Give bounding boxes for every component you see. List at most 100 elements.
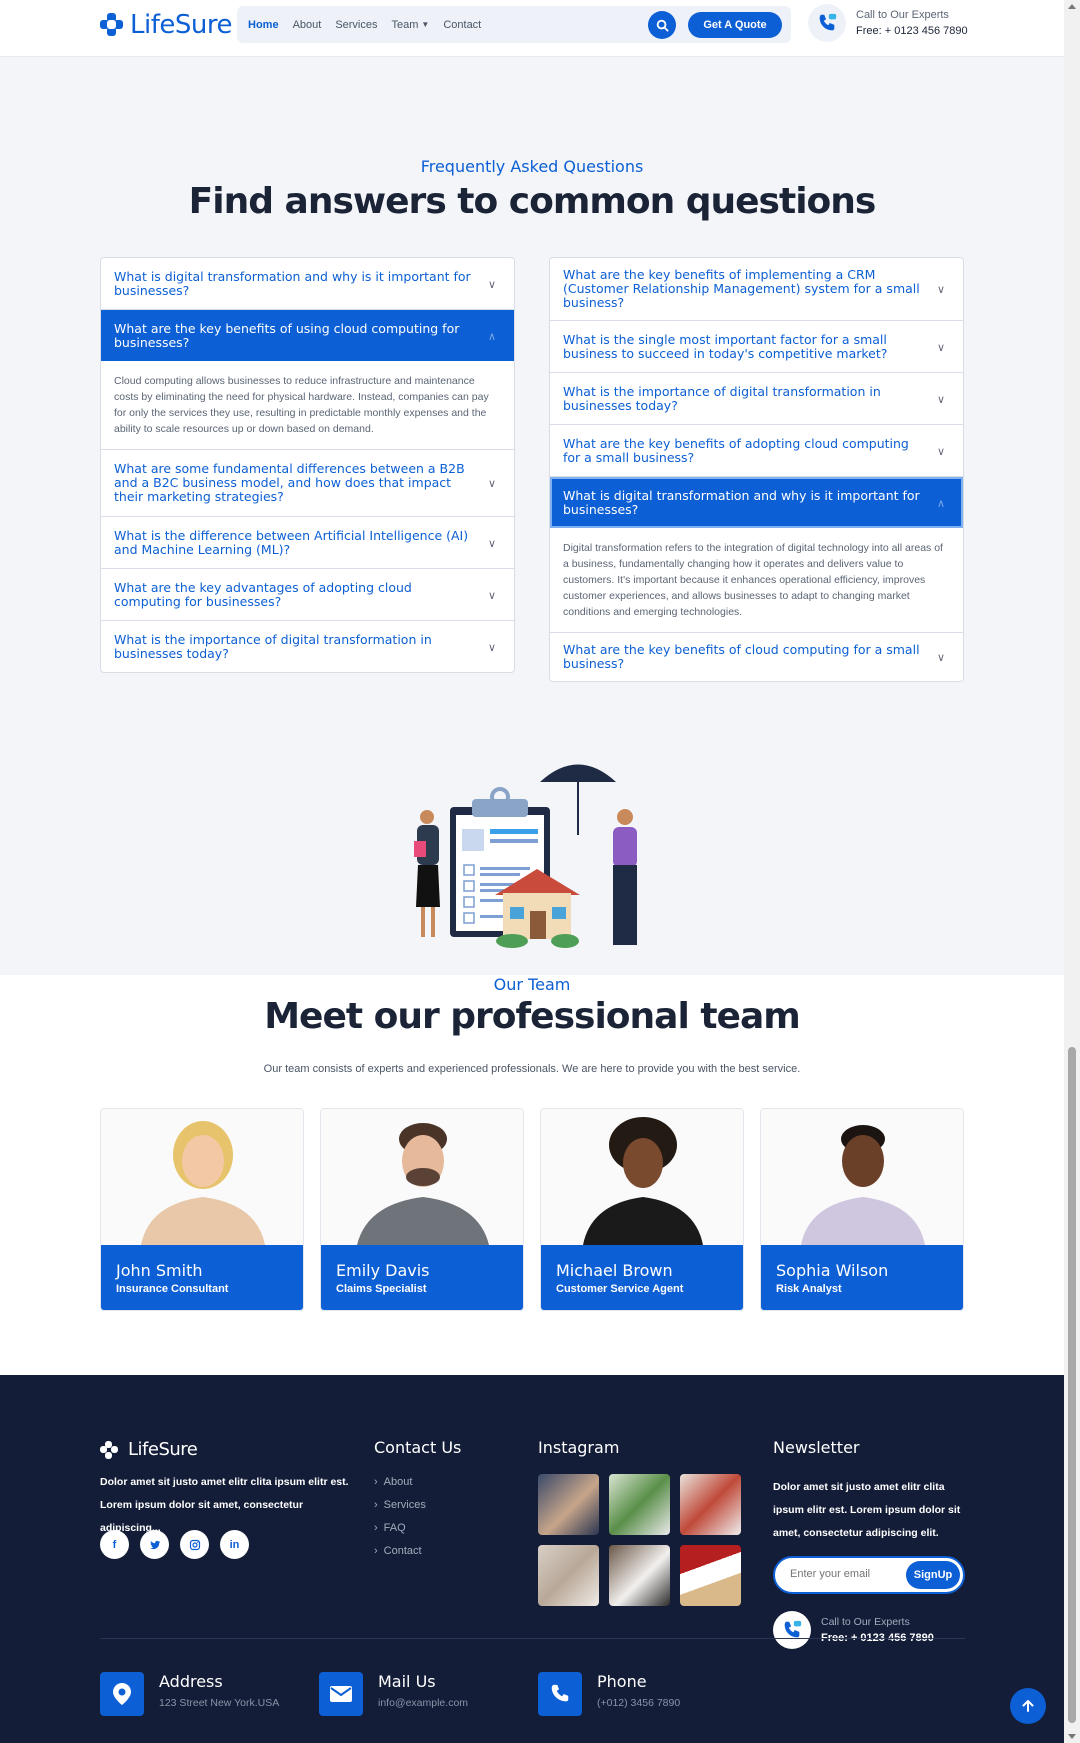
email-input[interactable] <box>790 1568 900 1580</box>
footer-logo[interactable]: LifeSure <box>100 1439 198 1460</box>
faq-item[interactable]: What are the key benefits of adopting cl… <box>550 425 963 477</box>
phone-icon <box>538 1672 582 1716</box>
nav-services[interactable]: Services <box>335 19 377 31</box>
team-photo <box>101 1109 303 1245</box>
call-number: Free: + 0123 456 7890 <box>856 25 968 37</box>
chevron-down-icon: ∨ <box>488 588 497 602</box>
logo-text: LifeSure <box>130 10 232 40</box>
scrollbar-thumb[interactable] <box>1068 1047 1076 1723</box>
instagram-photo[interactable] <box>609 1474 670 1535</box>
footer-logo-text: LifeSure <box>128 1439 198 1460</box>
faq-item[interactable]: What are the key benefits of using cloud… <box>101 310 514 450</box>
mail-title: Mail Us <box>378 1672 436 1691</box>
faq-answer: Cloud computing allows businesses to red… <box>114 375 489 435</box>
contact-heading: Contact Us <box>374 1438 462 1457</box>
nav-contact[interactable]: Contact <box>443 19 481 31</box>
faq-item[interactable]: What is the importance of digital transf… <box>101 621 514 672</box>
instagram-photo[interactable] <box>538 1474 599 1535</box>
faq-question: What is digital transformation and why i… <box>550 477 963 528</box>
team-description: Our team consists of experts and experie… <box>263 1063 801 1075</box>
nav-team[interactable]: Team ▼ <box>392 19 430 31</box>
linkedin-icon[interactable]: in <box>220 1530 249 1559</box>
footer-link-contact[interactable]: › Contact <box>374 1545 426 1568</box>
newsletter-text: Dolor amet sit justo amet elitr clita ip… <box>773 1481 961 1539</box>
phone-chat-icon <box>808 4 846 42</box>
chevron-down-icon: ∨ <box>488 277 497 291</box>
arrow-up-icon <box>1022 1700 1034 1712</box>
member-name: Sophia Wilson <box>776 1261 889 1280</box>
instagram-photo[interactable] <box>538 1545 599 1606</box>
nav-about[interactable]: About <box>293 19 322 31</box>
chevron-up-icon: ∧ <box>488 329 497 343</box>
member-role: Insurance Consultant <box>116 1283 229 1295</box>
chevron-right-icon: › <box>374 1545 378 1557</box>
chevron-down-icon: ∨ <box>488 536 497 550</box>
team-card[interactable]: Michael Brown Customer Service Agent <box>540 1108 744 1311</box>
faq-answer: Digital transformation refers to the int… <box>563 542 943 618</box>
page-scrollbar[interactable] <box>1064 0 1080 1743</box>
chevron-down-icon: ▼ <box>421 20 430 29</box>
footer-phone: Phone (+012) 3456 7890 <box>538 1672 680 1716</box>
faq-item[interactable]: What is digital transformation and why i… <box>550 477 963 633</box>
member-role: Claims Specialist <box>336 1283 427 1295</box>
team-card[interactable]: Sophia Wilson Risk Analyst <box>760 1108 964 1311</box>
faq-item[interactable]: What is the difference between Artificia… <box>101 517 514 569</box>
search-icon <box>656 19 669 32</box>
faq-item[interactable]: What are the key benefits of cloud compu… <box>550 633 963 681</box>
chevron-down-icon: ∨ <box>937 444 946 458</box>
instagram-photo[interactable] <box>680 1545 741 1606</box>
chevron-up-icon: ∧ <box>937 496 946 510</box>
team-photo <box>321 1109 523 1245</box>
member-name: Emily Davis <box>336 1261 430 1280</box>
header-call[interactable]: Call to Our Experts Free: + 0123 456 789… <box>808 4 968 42</box>
facebook-icon[interactable]: f <box>100 1530 129 1559</box>
logo-icon <box>100 13 124 37</box>
instagram-grid <box>538 1474 742 1606</box>
team-card[interactable]: John Smith Insurance Consultant <box>100 1108 304 1311</box>
chevron-down-icon: ∨ <box>937 340 946 354</box>
faq-subtitle: Frequently Asked Questions <box>420 157 644 176</box>
mail-value[interactable]: info@example.com <box>378 1697 468 1709</box>
faq-item[interactable]: What is the single most important factor… <box>550 321 963 373</box>
faq-item[interactable]: What is digital transformation and why i… <box>101 258 514 310</box>
chevron-right-icon: › <box>374 1476 378 1488</box>
faq-item[interactable]: What is the importance of digital transf… <box>550 373 963 425</box>
footer-call[interactable]: Call to Our Experts Free: + 0123 456 789… <box>773 1611 934 1649</box>
main-nav: Home About Services Team ▼ Contact Get A … <box>237 6 791 43</box>
member-role: Risk Analyst <box>776 1283 842 1295</box>
nav-home[interactable]: Home <box>248 19 279 31</box>
footer-link-about[interactable]: › About <box>374 1476 426 1499</box>
instagram-heading: Instagram <box>538 1438 620 1457</box>
logo-icon <box>100 1440 118 1459</box>
faq-question: What are the key benefits of adopting cl… <box>550 425 963 476</box>
team-subtitle: Our Team <box>493 975 571 994</box>
search-button[interactable] <box>648 11 676 39</box>
footer-link-services[interactable]: › Services <box>374 1499 426 1522</box>
faq-question: What are the key advantages of adopting … <box>101 569 514 620</box>
instagram-icon[interactable] <box>180 1530 209 1559</box>
footer-link-faq[interactable]: › FAQ <box>374 1522 426 1545</box>
get-quote-button[interactable]: Get A Quote <box>688 12 782 38</box>
member-name: Michael Brown <box>556 1261 673 1280</box>
signup-button[interactable]: SignUp <box>906 1561 960 1589</box>
scroll-down-arrow[interactable] <box>1068 1734 1076 1739</box>
insurance-illustration <box>414 764 637 948</box>
scroll-up-arrow[interactable] <box>1068 4 1076 9</box>
faq-item[interactable]: What are some fundamental differences be… <box>101 450 514 517</box>
team-card[interactable]: Emily Davis Claims Specialist <box>320 1108 524 1311</box>
chevron-down-icon: ∨ <box>937 392 946 406</box>
chevron-down-icon: ∨ <box>488 640 497 654</box>
back-to-top-button[interactable] <box>1010 1688 1046 1724</box>
footer-mail: Mail Us info@example.com <box>319 1672 468 1716</box>
faq-item[interactable]: What are the key advantages of adopting … <box>101 569 514 621</box>
member-name: John Smith <box>116 1261 203 1280</box>
instagram-photo[interactable] <box>609 1545 670 1606</box>
logo[interactable]: LifeSure <box>100 10 232 40</box>
faq-title: Find answers to common questions <box>188 181 877 222</box>
phone-value[interactable]: (+012) 3456 7890 <box>597 1697 680 1709</box>
instagram-photo[interactable] <box>680 1474 741 1535</box>
twitter-icon[interactable] <box>140 1530 169 1559</box>
faq-item[interactable]: What are the key benefits of implementin… <box>550 258 963 321</box>
chevron-down-icon: ∨ <box>937 651 946 664</box>
faq-accordion-left: What is digital transformation and why i… <box>100 257 515 673</box>
